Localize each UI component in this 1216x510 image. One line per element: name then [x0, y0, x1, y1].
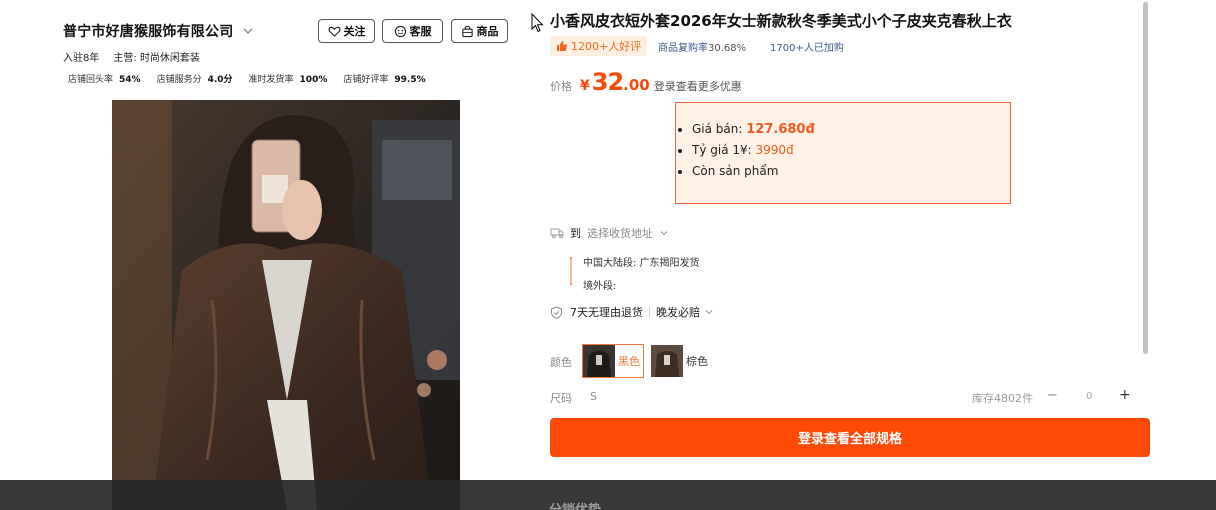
shipping-segment-domestic: 中国大陆段: 广东揭阳发货: [583, 258, 700, 269]
product-image[interactable]: [112, 100, 460, 510]
shop-name[interactable]: 普宁市好唐猴服饰有限公司: [63, 21, 233, 41]
mouse-cursor-icon: [531, 13, 544, 33]
price-row: 价格 ¥ 32 .00 登录查看更多优惠: [550, 68, 742, 96]
vn-sale-price: Giá bán: 127.680đ: [692, 119, 998, 140]
price-integer: 32: [591, 68, 624, 96]
shop-stats: 店铺回头率 54% 店铺服务分 4.0分 准时发货率 100% 店铺好评率 99.5%: [68, 72, 426, 85]
stat-good-rate: 店铺好评率 99.5%: [343, 75, 426, 85]
divider: [649, 306, 650, 318]
shop-main-business: 主营: 时尚休闲套装: [113, 53, 200, 64]
chevron-down-icon: [705, 310, 713, 315]
color-label: 颜色: [550, 356, 572, 369]
stat-ontime-rate: 准时发货率 100%: [248, 75, 328, 85]
cart-count: 1700+人已加购: [770, 43, 844, 54]
ship-to-label: 到: [570, 227, 581, 240]
service-late-compensation: 晚发必赔: [656, 306, 700, 319]
chevron-down-icon[interactable]: [241, 24, 255, 38]
service-guarantees[interactable]: 7天无理由退货 晚发必赔: [550, 304, 714, 320]
address-selector[interactable]: 选择收货地址: [587, 225, 653, 241]
login-view-specs-button[interactable]: 登录查看全部规格: [550, 418, 1150, 457]
shield-check-icon: [551, 305, 562, 319]
color-option-black[interactable]: 黑色: [582, 344, 644, 378]
price-label: 价格: [550, 80, 572, 93]
products-button[interactable]: 商品: [451, 19, 508, 43]
follow-label: 关注: [343, 25, 366, 38]
stat-service-score: 店铺服务分 4.0分: [156, 75, 233, 85]
shop-meta: 入驻8年 主营: 时尚休闲套装: [63, 49, 200, 64]
color-thumb-black: [583, 345, 615, 377]
section-heading-distribution: 分销优势: [549, 499, 601, 510]
product-title: 小香风皮衣短外套2026年女士新款秋冬季美式小个子皮夹克春秋上衣: [550, 12, 1012, 30]
repurchase-rate: 商品复购率30.68%: [658, 43, 747, 54]
login-for-discount-link[interactable]: 登录查看更多优惠: [654, 78, 742, 94]
customer-service-button[interactable]: 客服: [382, 19, 443, 43]
vn-stock-status: Còn sản phẩm: [692, 161, 998, 182]
praise-badge: 1200+人好评: [550, 36, 648, 56]
color-option-brown[interactable]: 棕色: [651, 344, 713, 378]
chevron-down-icon: [660, 231, 668, 236]
vn-exchange-rate: Tỷ giá 1¥: 3990đ: [692, 140, 998, 161]
color-thumb-brown: [651, 345, 683, 377]
size-option-s[interactable]: S: [590, 390, 597, 406]
smile-icon: [394, 25, 406, 37]
quantity-input[interactable]: 0: [1086, 391, 1092, 402]
stat-return-rate: 店铺回头率 54%: [68, 75, 141, 85]
vn-price-box: Giá bán: 127.680đ Tỷ giá 1¥: 3990đ Còn s…: [675, 102, 1011, 204]
price-decimal: .00: [623, 76, 650, 94]
price-currency: ¥: [580, 78, 590, 94]
follow-button[interactable]: 关注: [318, 19, 375, 43]
service-label: 客服: [409, 25, 432, 38]
shipping-segment-overseas: 境外段:: [583, 281, 617, 292]
heart-icon: [328, 26, 340, 37]
shop-years: 入驻8年: [63, 53, 100, 64]
quantity-increase-button[interactable]: +: [1119, 387, 1131, 403]
quantity-decrease-button[interactable]: −: [1047, 388, 1058, 403]
products-label: 商品: [476, 25, 499, 38]
product-page: 普宁市好唐猴服饰有限公司 关注 客服 商品 入驻8年 主营: 时尚休闲套装 店铺…: [0, 0, 1216, 510]
service-return: 7天无理由退货: [570, 306, 643, 319]
scrollbar[interactable]: [1143, 2, 1148, 354]
truck-icon: [550, 228, 564, 239]
stock-count: 库存4802件: [972, 392, 1033, 405]
size-label: 尺码: [550, 392, 572, 405]
bottom-overlay: [0, 480, 1216, 510]
thumbs-up-icon: [557, 41, 568, 51]
shipping-timeline: [570, 257, 572, 285]
size-row: 尺码 S: [550, 390, 597, 406]
shipping-row[interactable]: 到 选择收货地址: [550, 225, 669, 241]
bag-icon: [461, 25, 473, 37]
product-photo-graphic: [112, 100, 460, 510]
